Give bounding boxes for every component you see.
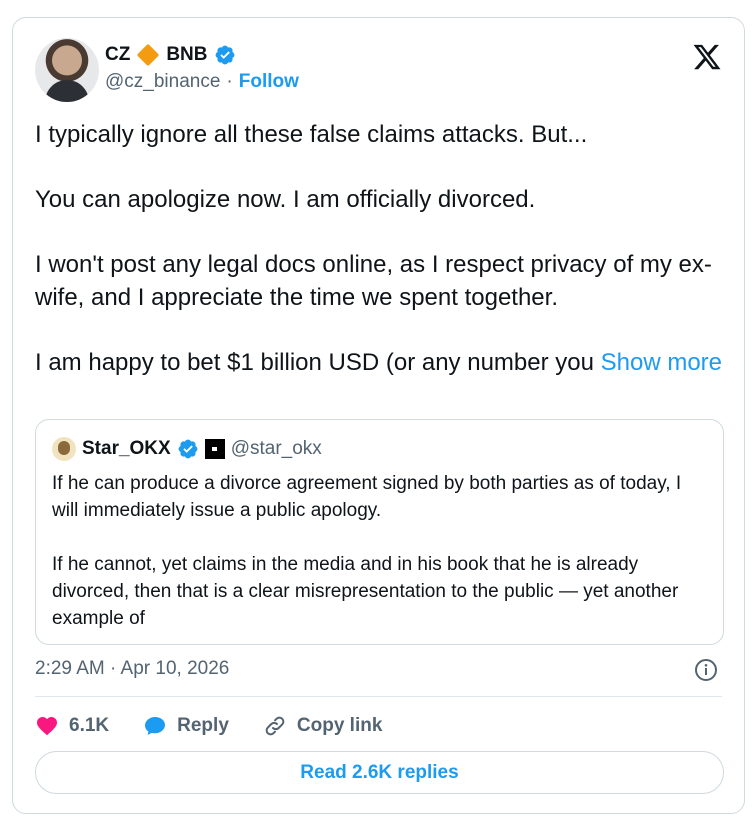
tweet-paragraph: You can apologize now. I am officially d… [35, 186, 536, 213]
heart-icon [37, 717, 57, 736]
reply-button[interactable]: Reply [143, 714, 229, 738]
tweet-card: CZ BNB @cz_binance · Follow I typically … [12, 17, 745, 814]
like-count: 6.1K [69, 715, 110, 736]
tweet-text: I typically ignore all these false claim… [35, 118, 725, 379]
quote-avatar [52, 437, 76, 461]
tweet-timestamp[interactable]: 2:29 AM · Apr 10, 2026 [35, 658, 229, 680]
quote-author-handle: @star_okx [230, 438, 322, 459]
info-icon[interactable] [694, 658, 718, 682]
diamond-icon [137, 43, 160, 67]
quote-paragraph: If he can produce a divorce agreement si… [52, 473, 682, 521]
author-avatar[interactable] [35, 38, 99, 102]
reply-bubble-icon [145, 717, 166, 735]
author-name[interactable]: CZ [105, 44, 130, 66]
follow-button[interactable]: Follow [239, 71, 299, 93]
copy-link-label: Copy link [296, 715, 383, 736]
quote-text: If he can produce a divorce agreement si… [52, 470, 712, 659]
link-icon [265, 716, 285, 736]
tweet-paragraph: I typically ignore all these false claim… [35, 121, 588, 148]
show-more-link[interactable]: Show more [601, 349, 722, 376]
author-handle[interactable]: @cz_binance [105, 71, 220, 93]
read-replies-button[interactable]: Read 2.6K replies [35, 751, 724, 794]
tweet-paragraph-last: I am happy to bet $1 billion USD (or any… [35, 346, 725, 379]
okx-logo-icon [204, 439, 225, 459]
author-name-row[interactable]: CZ BNB [105, 42, 236, 68]
tweet-paragraph: I am happy to bet $1 billion USD (or any… [35, 349, 594, 376]
x-logo-icon[interactable] [692, 42, 722, 72]
verified-badge-icon [178, 439, 198, 459]
copy-link-button[interactable]: Copy link [263, 714, 383, 738]
like-button[interactable]: 6.1K [35, 714, 109, 738]
author-name-suffix[interactable]: BNB [166, 44, 207, 66]
quote-header: Star_OKX @star_okx [52, 436, 322, 462]
quoted-tweet[interactable]: Star_OKX @star_okx If he can produce a d… [35, 419, 724, 645]
divider [35, 696, 722, 697]
quote-paragraph: If he cannot, yet claims in the media an… [52, 554, 679, 629]
reply-label: Reply [177, 715, 229, 736]
verified-badge-icon [215, 45, 234, 65]
tweet-paragraph: I won't post any legal docs online, as I… [35, 251, 712, 311]
separator-dot: · [226, 71, 233, 92]
author-handle-row: @cz_binance · Follow [105, 71, 299, 93]
quote-author-name: Star_OKX [82, 438, 171, 459]
action-bar: 6.1K Reply Copy link [35, 712, 416, 740]
